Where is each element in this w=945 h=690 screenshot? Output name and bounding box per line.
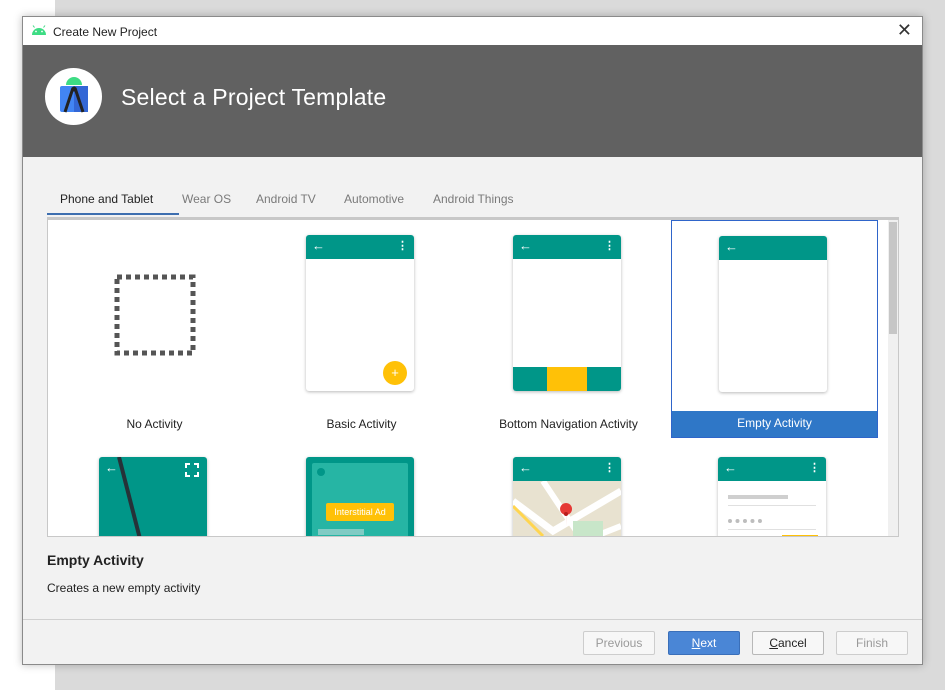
back-arrow-icon: ← — [519, 460, 532, 475]
cancel-label-rest: ancel — [777, 636, 807, 650]
app-bar: ← ⋮ — [513, 457, 621, 481]
fab-plus-icon: + — [383, 361, 407, 385]
tab-android-tv[interactable]: Android TV — [256, 192, 316, 206]
ad-dot — [317, 468, 325, 476]
selected-template-description: Creates a new empty activity — [47, 581, 201, 595]
close-icon[interactable]: ✕ — [897, 20, 912, 40]
cancel-mnemonic: C — [769, 636, 778, 650]
username-placeholder-line — [728, 495, 788, 499]
field-divider — [728, 505, 816, 506]
overflow-menu-icon: ⋮ — [604, 462, 615, 474]
template-fullscreen-activity[interactable]: ← — [51, 440, 258, 536]
overflow-menu-icon: ⋮ — [604, 240, 615, 252]
tab-phone-and-tablet[interactable]: Phone and Tablet — [60, 192, 153, 206]
selected-template-title: Empty Activity — [47, 552, 144, 568]
title-bar: Create New Project ✕ — [23, 17, 922, 45]
phone-preview: ← — [99, 457, 207, 536]
app-bar: ← ⋮ — [306, 235, 414, 259]
fullscreen-icon — [185, 463, 199, 477]
overflow-menu-icon: ⋮ — [809, 462, 820, 474]
back-arrow-icon: ← — [519, 238, 532, 253]
gallery-scrollbar[interactable] — [888, 220, 898, 536]
android-studio-logo — [45, 68, 102, 125]
phone-preview: ← — [719, 236, 827, 392]
android-icon — [32, 25, 46, 35]
phone-preview: Interstitial Ad — [306, 457, 414, 536]
phone-preview: ← ⋮ + — [306, 235, 414, 391]
interstitial-ad-badge: Interstitial Ad — [326, 503, 394, 521]
next-button[interactable]: Next — [668, 631, 740, 655]
bottom-nav-selected-item — [547, 367, 587, 391]
template-basic-activity[interactable]: ← ⋮ + Basic Activity — [258, 220, 465, 438]
template-login-activity[interactable]: ← ⋮ — [671, 440, 878, 536]
create-project-dialog: Create New Project ✕ Select a Project Te… — [22, 16, 923, 665]
page-title: Select a Project Template — [121, 84, 387, 110]
template-bottom-navigation-activity[interactable]: ← ⋮ Bottom Navigation Activity — [465, 220, 672, 438]
template-google-admob-ads-activity[interactable]: Interstitial Ad — [258, 440, 465, 536]
phone-preview: ← ⋮ — [513, 235, 621, 391]
app-bar: ← ⋮ — [718, 457, 826, 481]
android-studio-icon — [60, 77, 88, 113]
sign-in-button-preview — [782, 535, 818, 536]
back-arrow-icon: ← — [724, 460, 737, 475]
phone-preview: ← ⋮ — [718, 457, 826, 536]
back-arrow-icon: ← — [725, 239, 738, 254]
tab-android-things[interactable]: Android Things — [433, 192, 514, 206]
tab-automotive[interactable]: Automotive — [344, 192, 404, 206]
map-preview — [513, 481, 621, 536]
next-label-rest: ext — [700, 636, 717, 650]
bottom-nav-bar — [513, 367, 621, 391]
scrollbar-thumb[interactable] — [889, 222, 897, 334]
template-google-maps-activity[interactable]: ← ⋮ — [465, 440, 672, 536]
template-label: Bottom Navigation Activity — [499, 417, 638, 431]
phone-preview: ← ⋮ — [513, 457, 621, 536]
cancel-button[interactable]: Cancel — [752, 631, 824, 655]
password-dots — [728, 519, 762, 527]
template-gallery: No Activity ← ⋮ + Basic Activity ← ⋮ Bot… — [47, 217, 899, 537]
dashed-square-icon — [114, 274, 196, 356]
back-arrow-icon: ← — [312, 238, 325, 253]
template-label: Basic Activity — [326, 417, 397, 431]
window-title: Create New Project — [53, 25, 158, 39]
overflow-menu-icon: ⋮ — [397, 240, 408, 252]
previous-button[interactable]: Previous — [583, 631, 655, 655]
tab-wear-os[interactable]: Wear OS — [182, 192, 231, 206]
finish-button[interactable]: Finish — [836, 631, 908, 655]
template-empty-activity[interactable]: ← Empty Activity — [671, 220, 878, 438]
ad-panel: Interstitial Ad — [312, 463, 408, 536]
app-bar: ← — [719, 236, 827, 260]
ad-text-line — [318, 529, 364, 535]
active-tab-indicator — [47, 213, 179, 215]
header-banner: Select a Project Template — [23, 45, 922, 157]
field-divider — [728, 529, 816, 530]
back-arrow-icon: ← — [105, 460, 118, 475]
footer-divider — [23, 619, 922, 620]
template-label: Empty Activity — [672, 411, 877, 437]
template-label: No Activity — [126, 417, 183, 431]
template-no-activity[interactable]: No Activity — [51, 220, 258, 438]
app-bar: ← ⋮ — [513, 235, 621, 259]
